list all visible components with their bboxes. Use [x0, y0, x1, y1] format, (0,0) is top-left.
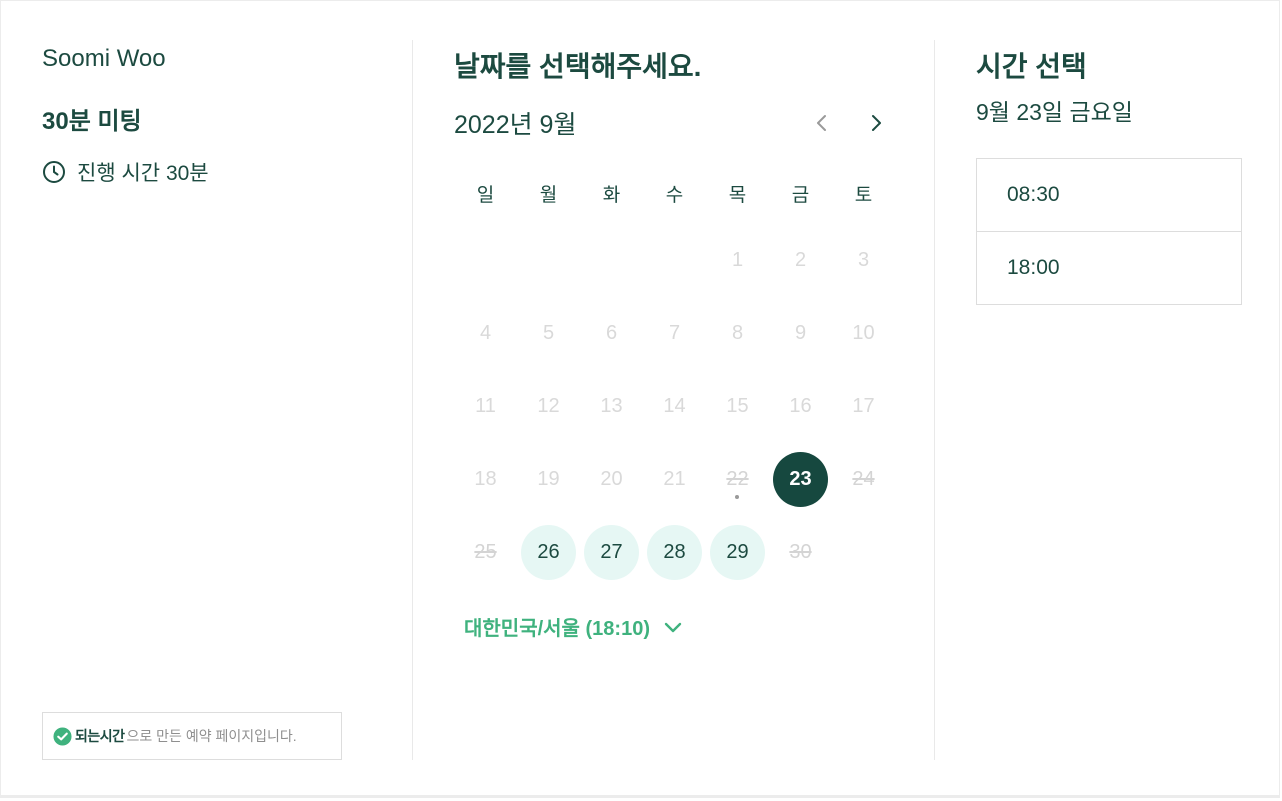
duration-label: 진행 시간 30분: [77, 162, 209, 185]
date-picker-panel: 날짜를 선택해주세요. 2022년 9월 일 월 화 수 목 금 토 1 2 3…: [412, 40, 935, 760]
time-picker-panel: 시간 선택 9월 23일 금요일 08:30 18:00: [934, 40, 1282, 760]
weekday-fri: 금: [791, 185, 810, 206]
meeting-duration: 진행 시간 30분: [42, 157, 209, 187]
calendar-day: 20: [600, 468, 623, 490]
calendar-day: 1: [731, 249, 744, 271]
calendar-day: 19: [537, 468, 560, 490]
weekday-tue: 화: [602, 185, 621, 206]
empty-cell: [517, 224, 580, 297]
calendar-day-available[interactable]: 29: [710, 525, 765, 580]
empty-cell: [643, 224, 706, 297]
calendar-day: 21: [663, 468, 686, 490]
empty-cell: [580, 224, 643, 297]
calendar-day: 8: [731, 322, 744, 344]
timezone-selector[interactable]: 대한민국/서울 (18:10): [464, 612, 684, 641]
brand-name: 되는시간: [75, 728, 125, 744]
calendar-week: 4 5 6 7 8 9 10: [454, 297, 895, 370]
calendar-day: 13: [600, 395, 623, 417]
host-name: Soomi Woo: [42, 45, 166, 72]
calendar-day: 2: [794, 249, 807, 271]
calendar-day: 15: [726, 395, 749, 417]
weekday-wed: 수: [665, 185, 684, 206]
calendar-day: 18: [474, 468, 497, 490]
calendar-day: 6: [605, 322, 618, 344]
timezone-label: 대한민국/서울 (18:10): [464, 618, 650, 640]
weekday-sun: 일: [476, 185, 495, 206]
selected-date-label: 9월 23일 금요일: [976, 99, 1133, 125]
meeting-title: 30분 미팅: [42, 108, 142, 135]
meeting-info-panel: Soomi Woo 30분 미팅 진행 시간 30분 되는시간 으로 만든 예약…: [1, 40, 412, 760]
time-picker-heading: 시간 선택: [976, 51, 1087, 82]
next-month-button[interactable]: [861, 108, 891, 138]
calendar-day: 7: [668, 322, 681, 344]
calendar-week: 11 12 13 14 15 16 17: [454, 370, 895, 443]
prev-month-button[interactable]: [807, 108, 837, 138]
weekday-header: 일 월 화 수 목 금 토: [454, 159, 895, 224]
calendar-day-available[interactable]: 26: [521, 525, 576, 580]
booking-page: Soomi Woo 30분 미팅 진행 시간 30분 되는시간 으로 만든 예약…: [0, 0, 1280, 798]
time-slot-button[interactable]: 08:30: [977, 159, 1241, 231]
empty-cell: [832, 516, 895, 589]
calendar-day: 12: [537, 395, 560, 417]
calendar-day: 4: [479, 322, 492, 344]
calendar-week: 1 2 3: [454, 224, 895, 297]
brand-badge[interactable]: 되는시간 으로 만든 예약 페이지입니다.: [42, 712, 342, 760]
today-indicator: [735, 495, 739, 499]
calendar-day: 17: [852, 395, 875, 417]
calendar-day-available[interactable]: 27: [584, 525, 639, 580]
date-picker-heading: 날짜를 선택해주세요.: [454, 51, 702, 82]
calendar-grid: 일 월 화 수 목 금 토 1 2 3 4 5 6 7 8 9 10 11 12…: [454, 159, 895, 589]
calendar-day: 3: [857, 249, 870, 271]
clock-icon: [42, 160, 66, 184]
check-circle-icon: [53, 726, 72, 746]
brand-suffix: 으로 만든 예약 페이지입니다.: [126, 728, 297, 744]
time-slot-list: 08:30 18:00: [976, 158, 1242, 305]
calendar-day: 16: [789, 395, 812, 417]
calendar-day-unavailable: 30: [789, 541, 812, 563]
chevron-left-icon: [817, 115, 826, 131]
calendar-day: 10: [852, 322, 875, 344]
time-slot-button[interactable]: 18:00: [977, 231, 1241, 304]
calendar-day-unavailable: 25: [474, 541, 497, 563]
weekday-thu: 목: [728, 185, 747, 206]
calendar-day: 5: [542, 322, 555, 344]
calendar-day: 11: [475, 395, 496, 417]
empty-cell: [454, 224, 517, 297]
calendar-week: 18 19 20 21 22 23 24: [454, 443, 895, 516]
calendar-day: 14: [663, 395, 686, 417]
calendar-day-selected[interactable]: 23: [773, 452, 828, 507]
calendar-day-available[interactable]: 28: [647, 525, 702, 580]
calendar-week: 25 26 27 28 29 30: [454, 516, 895, 589]
calendar-day-unavailable: 24: [852, 468, 875, 490]
weekday-sat: 토: [854, 185, 873, 206]
chevron-right-icon: [872, 115, 881, 131]
chevron-down-icon: [664, 622, 682, 632]
month-label: 2022년 9월: [454, 111, 577, 139]
calendar-day: 9: [794, 322, 807, 344]
weekday-mon: 월: [539, 185, 558, 206]
